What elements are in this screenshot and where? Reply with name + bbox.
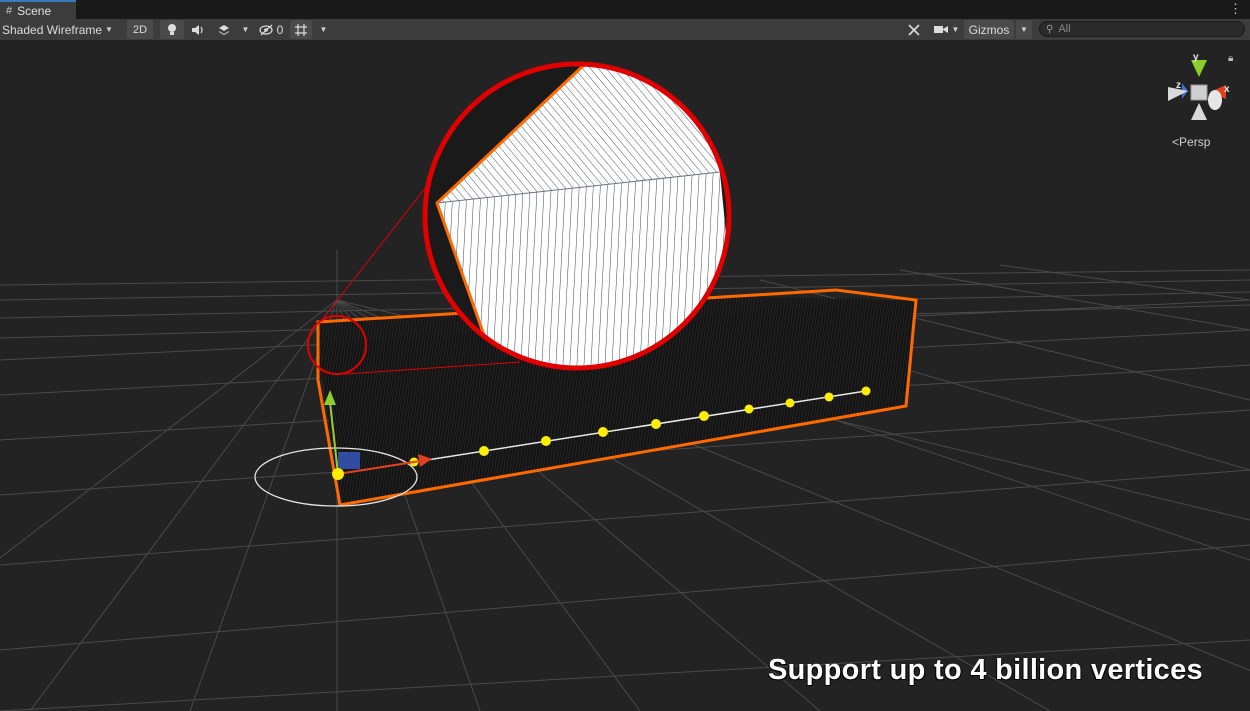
grid-icon: # <box>6 4 13 17</box>
caption-text: Support up to 4 billion vertices <box>768 654 1203 686</box>
search-icon: ⚲ <box>1046 23 1054 35</box>
layers-icon <box>219 24 229 35</box>
more-options-icon[interactable]: ⋮ <box>1229 1 1242 17</box>
projection-toggle[interactable]: <Persp <box>1172 135 1210 149</box>
camera-settings-button[interactable]: ▼ <box>930 20 962 39</box>
spline-point[interactable] <box>598 427 608 437</box>
spline-point[interactable] <box>651 419 661 429</box>
spline-point[interactable] <box>699 411 709 421</box>
hidden-objects-toggle[interactable]: 0 <box>256 20 286 39</box>
lighting-toggle-button[interactable] <box>160 20 184 39</box>
orientation-gizmo[interactable]: y x z <box>1168 52 1230 120</box>
chevron-down-icon: ▼ <box>951 25 960 34</box>
2d-toggle-label: 2D <box>132 23 148 36</box>
chevron-down-icon: ▼ <box>1020 25 1028 34</box>
lock-icon[interactable]: 🔒︎ <box>1228 53 1233 64</box>
spline-point[interactable] <box>541 436 551 446</box>
x-axis-label: x <box>1224 84 1230 95</box>
spline-point[interactable] <box>785 398 795 408</box>
z-axis-label: z <box>1176 80 1181 91</box>
chevron-down-icon: ▼ <box>241 25 250 34</box>
scene-viewport[interactable]: y x z <box>0 40 1250 711</box>
lightbulb-icon <box>168 23 176 35</box>
gizmos-button[interactable]: Gizmos <box>964 20 1014 39</box>
gizmos-dropdown[interactable]: ▼ <box>1016 20 1032 39</box>
draw-mode-label: Shaded Wireframe <box>2 22 103 37</box>
y-axis-label: y <box>1193 52 1199 63</box>
tools-icon <box>908 23 920 36</box>
audio-toggle-button[interactable] <box>186 20 210 39</box>
projection-label: Persp <box>1179 135 1211 149</box>
hidden-count: 0 <box>276 22 284 37</box>
spline-point[interactable] <box>479 446 489 456</box>
tools-button[interactable] <box>903 20 925 39</box>
persp-arrow-icon: < <box>1172 135 1180 149</box>
spline-point[interactable] <box>861 386 871 396</box>
grid-toggle-button[interactable] <box>290 20 312 39</box>
speaker-icon <box>192 24 203 35</box>
search-placeholder: All <box>1058 23 1071 35</box>
eye-hidden-icon <box>259 24 273 35</box>
scene-canvas: y x z <box>0 52 1250 711</box>
effects-toggle-button[interactable] <box>212 20 236 39</box>
chevron-down-icon: ▼ <box>319 25 328 34</box>
effects-dropdown[interactable]: ▼ <box>237 20 251 39</box>
tab-scene[interactable]: # Scene <box>0 0 76 19</box>
spline-point[interactable] <box>824 392 834 402</box>
search-field[interactable]: ⚲ All <box>1039 21 1245 37</box>
grid-dropdown[interactable]: ▼ <box>314 20 330 39</box>
grid-snap-icon <box>295 23 307 36</box>
plane-handle[interactable] <box>338 452 360 469</box>
camera-icon <box>933 26 948 33</box>
chevron-down-icon: ▼ <box>105 25 113 34</box>
2d-toggle-button[interactable]: 2D <box>127 20 153 39</box>
draw-mode-dropdown[interactable]: Shaded Wireframe ▼ <box>2 20 120 39</box>
tab-bar: # Scene ⋮ <box>0 0 1250 20</box>
spline-point[interactable] <box>744 404 754 414</box>
gizmos-label: Gizmos <box>968 22 1010 37</box>
scene-toolbar: Shaded Wireframe ▼ 2D ▼ 0 ▼ ▼ Gizmos ▼ ⚲… <box>0 19 1250 41</box>
tab-scene-label: Scene <box>17 3 52 18</box>
